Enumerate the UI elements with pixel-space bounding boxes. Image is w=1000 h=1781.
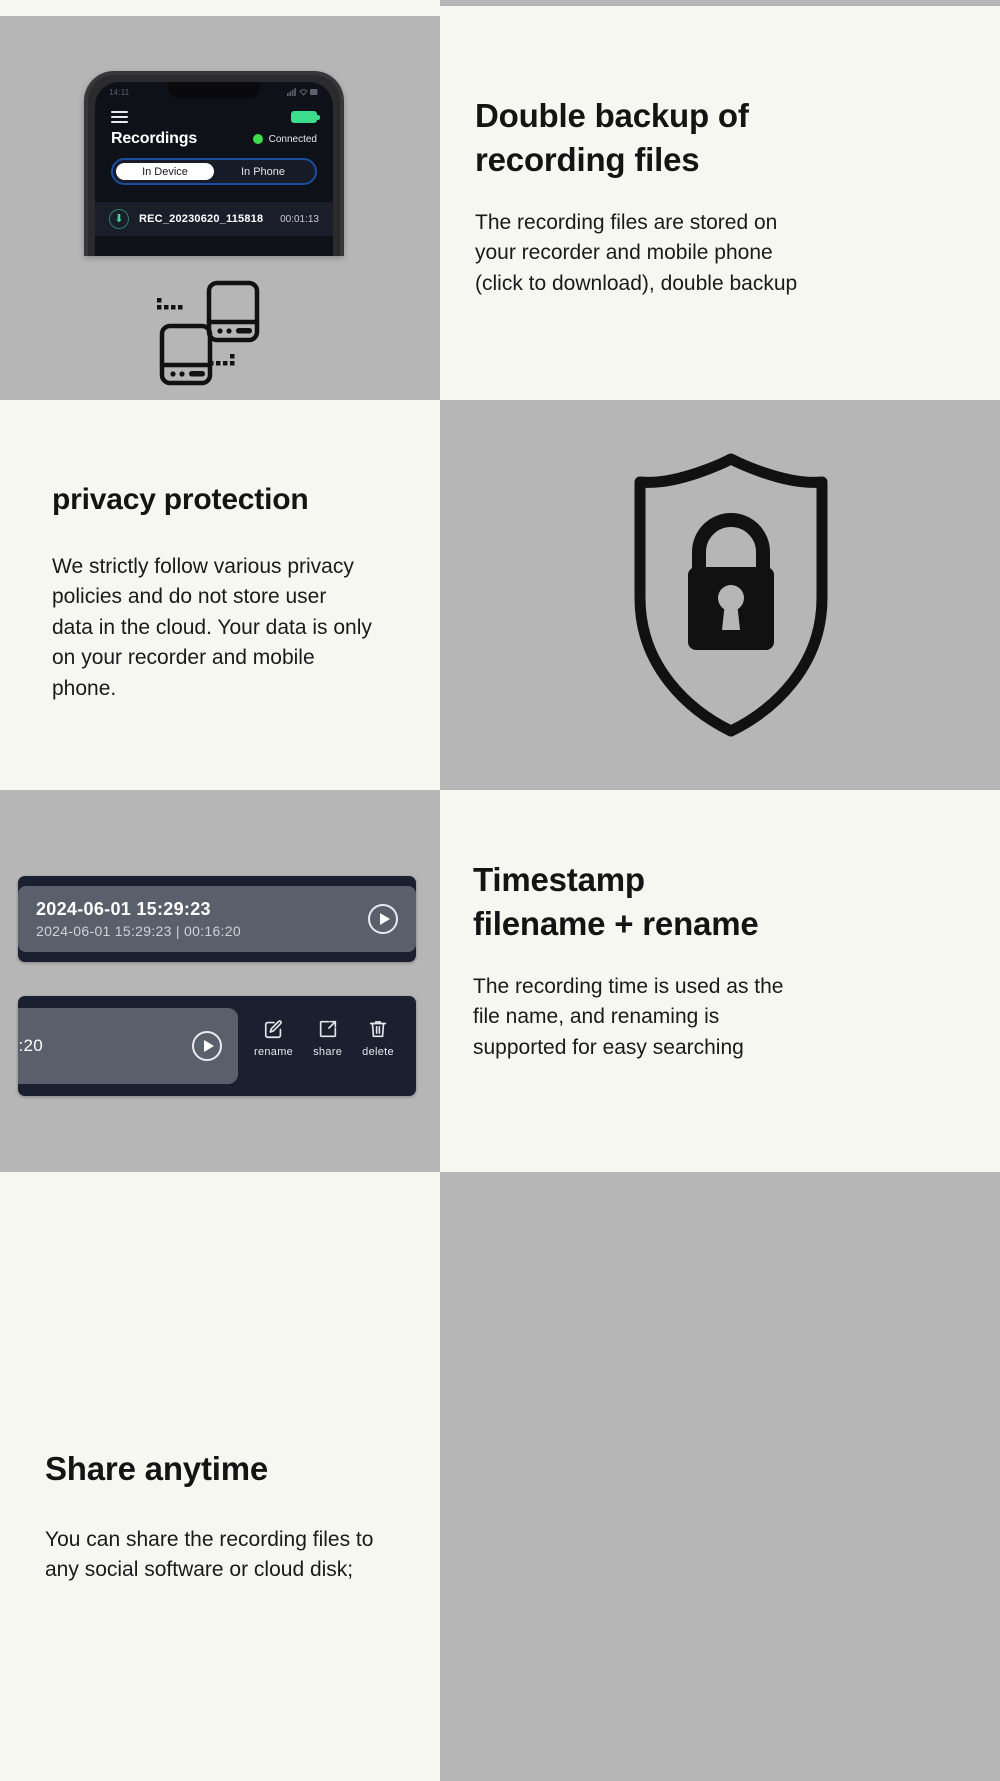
download-icon[interactable]: ⬇ (109, 209, 129, 229)
top-left-strip (0, 0, 440, 16)
panel-backup-text: Double backup of recording files The rec… (440, 6, 1000, 400)
rename-label: rename (254, 1046, 294, 1058)
recording-file-name: REC_20230620_115818 (139, 213, 264, 225)
panel-share-text: Share anytime You can share the recordin… (0, 1172, 440, 1781)
battery-full-icon (291, 111, 320, 123)
share-button[interactable]: share (313, 1018, 342, 1058)
feature-showcase-page: 14:11 Recordings Connected In Device In … (0, 0, 1000, 1781)
tab-in-phone[interactable]: In Phone (214, 163, 312, 180)
hamburger-menu-icon[interactable] (111, 111, 128, 123)
panel-privacy-image (440, 400, 1000, 790)
share-title: Share anytime (45, 1450, 269, 1487)
delete-label: delete (362, 1046, 394, 1058)
rename-button[interactable]: rename (254, 1018, 293, 1058)
signal-icon (287, 88, 296, 96)
privacy-title: privacy protection (52, 483, 309, 516)
share-label: share (313, 1046, 343, 1058)
timestamp-title: Timestamp filename + rename (473, 858, 833, 946)
panel-share-image: REC_20230630_150204 00:00:22 REC_2023063… (440, 1172, 1000, 1781)
phone-status-bar: 14:11 (95, 85, 333, 99)
timestamp-title-line2: filename + rename (473, 904, 759, 942)
share-body: You can share the recording files to any… (45, 1527, 374, 1582)
privacy-body: We strictly follow various privacy polic… (52, 554, 372, 700)
card-duration-fragment: :16:20 (18, 1036, 44, 1055)
page-title: Recordings (111, 130, 198, 147)
delete-button[interactable]: delete (362, 1018, 394, 1058)
status-time: 14:11 (109, 87, 130, 97)
tab-in-device[interactable]: In Device (116, 163, 214, 180)
device-to-device-transfer-icon (157, 280, 260, 386)
card-action-bar: rename share delete (244, 1018, 404, 1058)
backup-title-line1: Double backup of (475, 97, 749, 134)
backup-body: The recording files are stored on your r… (475, 210, 798, 295)
recordings-title-row: Recordings Connected (95, 130, 333, 148)
play-icon[interactable] (192, 1031, 222, 1061)
backup-title-line2: recording files (475, 140, 700, 178)
wifi-icon (299, 89, 308, 96)
phone-app-header (95, 104, 333, 130)
panel-privacy-text: privacy protection We strictly follow va… (0, 400, 440, 790)
connection-status: Connected (252, 133, 317, 145)
status-indicators (287, 88, 319, 96)
backup-title: Double backup of recording files (475, 94, 805, 182)
play-icon[interactable] (368, 904, 398, 934)
panel-timestamp-image: 2024-06-01 15:29:23 2024-06-01 15:29:23 … (0, 790, 440, 1172)
recording-duration: 00:01:13 (280, 213, 319, 225)
phone-screen: 14:11 Recordings Connected In Device In … (95, 82, 333, 256)
card-file-meta: 2024-06-01 15:29:23 | 00:16:20 (36, 923, 241, 939)
battery-small-icon (310, 89, 318, 95)
shield-lock-icon (634, 453, 828, 737)
recording-list-item[interactable]: ⬇ REC_20230620_115818 00:01:13 (95, 202, 333, 236)
card-file-info: 2024-06-01 15:29:23 2024-06-01 15:29:23 … (36, 899, 241, 939)
recording-card-expanded[interactable]: :16:20 rename share (18, 996, 416, 1096)
storage-tab-switcher[interactable]: In Device In Phone (111, 158, 317, 185)
trash-icon (369, 1021, 387, 1038)
pencil-square-icon (264, 1020, 282, 1039)
share-box-icon (319, 1020, 336, 1038)
timestamp-title-line1: Timestamp (473, 861, 645, 898)
status-dot-icon (252, 134, 263, 144)
phone-mockup: 14:11 Recordings Connected In Device In … (84, 71, 344, 256)
recording-card-collapsed[interactable]: 2024-06-01 15:29:23 2024-06-01 15:29:23 … (18, 876, 416, 962)
panel-backup-image: 14:11 Recordings Connected In Device In … (0, 16, 440, 400)
timestamp-body: The recording time is used as the file n… (473, 974, 784, 1059)
panel-timestamp-text: Timestamp filename + rename The recordin… (440, 790, 1000, 1172)
connection-label: Connected (268, 133, 317, 145)
card-file-name: 2024-06-01 15:29:23 (36, 899, 211, 919)
